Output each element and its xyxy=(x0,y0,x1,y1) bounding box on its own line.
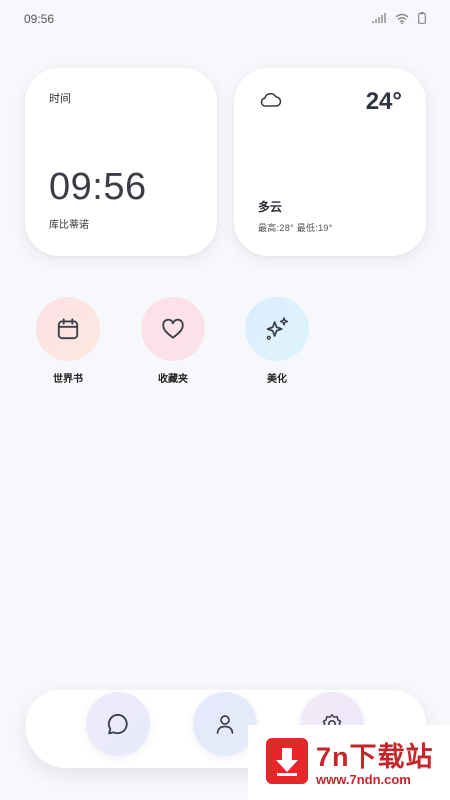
chat-bubble-icon xyxy=(107,713,128,735)
app-beautify-label: 美化 xyxy=(267,374,287,385)
heart-icon xyxy=(162,318,184,339)
watermark: 7n下载站 www.7ndn.com xyxy=(248,725,450,800)
app-beautify-button[interactable] xyxy=(245,297,309,361)
app-worldbook-label: 世界书 xyxy=(53,374,83,385)
time-widget-clock: 09:56 xyxy=(49,166,147,208)
download-arrow-icon xyxy=(276,748,298,776)
wifi-icon xyxy=(395,13,409,24)
battery-icon xyxy=(418,12,426,24)
app-favorites[interactable]: 收藏夹 xyxy=(138,297,208,385)
weather-range: 最高:28° 最低:19° xyxy=(258,223,333,233)
weather-condition: 多云 xyxy=(258,200,283,214)
calendar-icon xyxy=(57,318,79,340)
app-favorites-button[interactable] xyxy=(141,297,205,361)
status-icons xyxy=(372,12,426,24)
app-worldbook[interactable]: 世界书 xyxy=(33,297,103,385)
status-bar: 09:56 xyxy=(0,0,450,38)
app-favorites-label: 收藏夹 xyxy=(158,374,188,385)
watermark-url: www.7ndn.com xyxy=(316,772,411,787)
time-widget[interactable]: 时间 09:56 库比蒂诺 xyxy=(25,68,217,256)
signal-icon xyxy=(372,13,386,23)
sparkles-icon xyxy=(266,317,289,340)
time-widget-location: 库比蒂诺 xyxy=(49,220,89,231)
watermark-title: 7n下载站 xyxy=(316,742,434,772)
time-widget-label: 时间 xyxy=(49,93,71,105)
weather-widget[interactable]: 24° 多云 最高:28° 最低:19° xyxy=(234,68,426,256)
weather-temperature: 24° xyxy=(365,88,402,115)
app-beautify[interactable]: 美化 xyxy=(242,297,312,385)
cloud-icon xyxy=(260,92,282,107)
app-worldbook-button[interactable] xyxy=(36,297,100,361)
download-logo-icon xyxy=(266,738,308,784)
user-icon xyxy=(216,715,234,734)
dock-chat-button[interactable] xyxy=(86,692,150,756)
status-time: 09:56 xyxy=(24,12,55,26)
